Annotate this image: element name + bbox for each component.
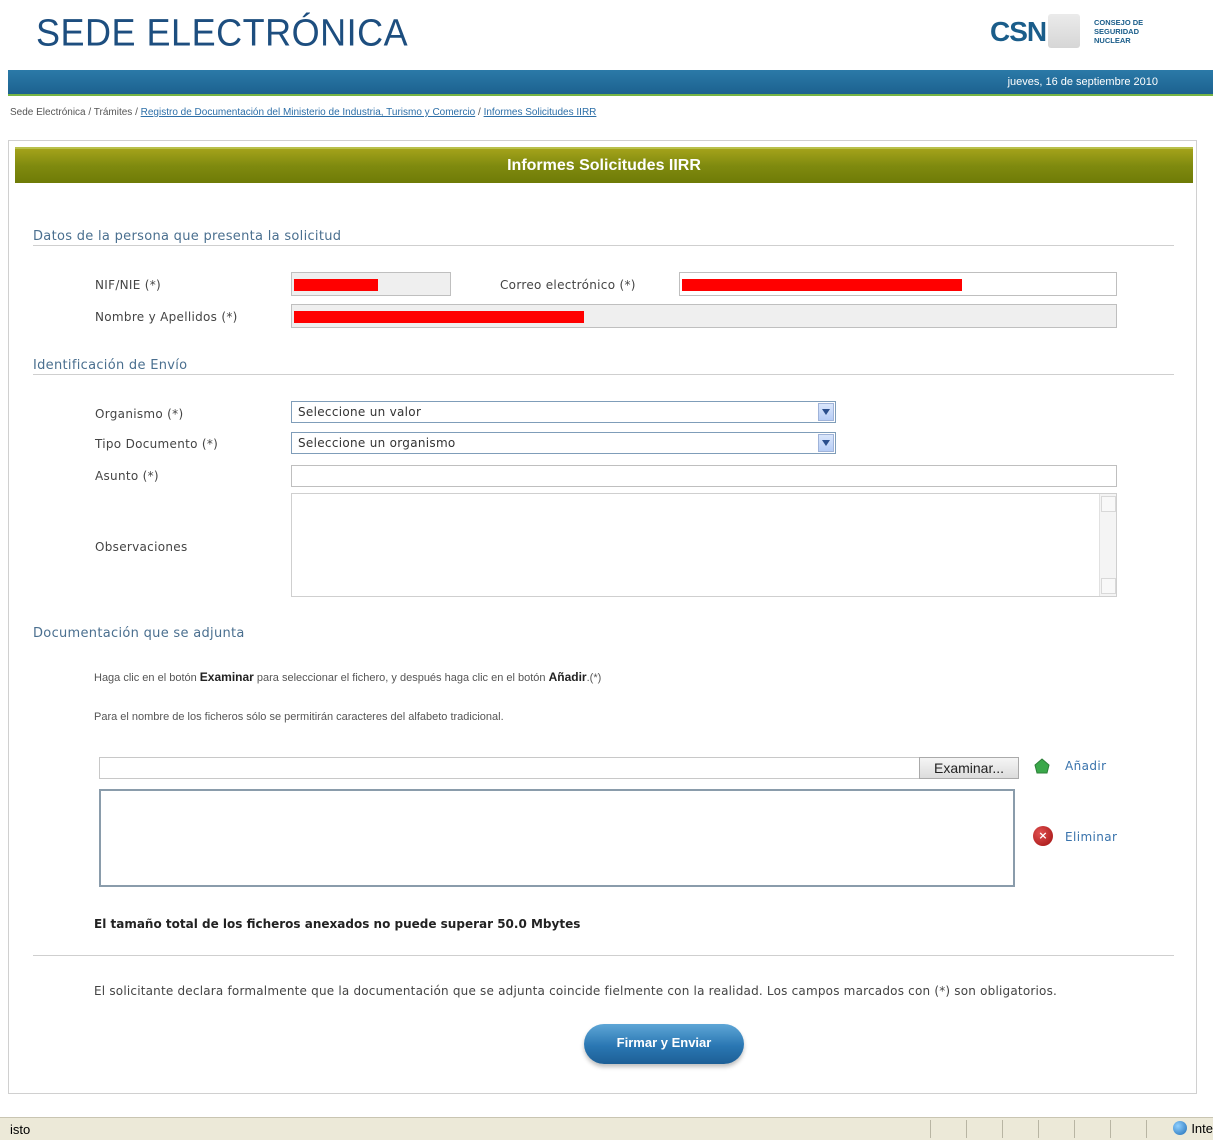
remove-button[interactable]: Eliminar xyxy=(1065,830,1117,844)
tipo-documento-select[interactable]: Seleccione un organismo xyxy=(291,432,836,454)
logo-subtitle: CONSEJO DE SEGURIDAD NUCLEAR xyxy=(1094,18,1165,45)
instr-browse: Examinar xyxy=(199,670,254,684)
organismo-select[interactable]: Seleccione un valor xyxy=(291,401,836,423)
date-label: jueves, 16 de septiembre 2010 xyxy=(1007,76,1158,88)
section-divider xyxy=(33,374,1174,375)
chevron-down-icon[interactable] xyxy=(818,403,834,421)
redaction xyxy=(294,279,378,291)
instr-prefix: Haga clic en el botón xyxy=(94,672,197,684)
email-label: Correo electrónico (*) xyxy=(500,278,636,292)
breadcrumb-separator: / xyxy=(475,107,484,118)
status-separator xyxy=(1002,1120,1003,1138)
section-title-docs: Documentación que se adjunta xyxy=(33,626,245,641)
status-separator xyxy=(966,1120,967,1138)
breadcrumb-item-sede[interactable]: Sede Electrónica xyxy=(10,107,86,118)
sign-and-send-button[interactable]: Firmar y Enviar xyxy=(584,1024,744,1064)
asunto-label: Asunto (*) xyxy=(95,469,159,483)
redaction xyxy=(294,311,584,323)
nif-label: NIF/NIE (*) xyxy=(95,278,162,292)
site-title: SEDE ELECTRÓNICA xyxy=(36,10,409,54)
scroll-down-icon[interactable] xyxy=(1101,578,1116,594)
form-panel: Informes Solicitudes IIRR Datos de la pe… xyxy=(8,140,1197,1094)
chevron-down-icon[interactable] xyxy=(818,434,834,452)
email-field[interactable] xyxy=(679,272,1117,296)
zone-label: Inte xyxy=(1191,1121,1213,1136)
status-separator xyxy=(1074,1120,1075,1138)
nif-field[interactable] xyxy=(291,272,451,296)
delete-icon[interactable]: × xyxy=(1033,826,1053,846)
logo-sub-line-2: SEGURIDAD NUCLEAR xyxy=(1094,27,1140,45)
instr-add: Añadir xyxy=(548,670,587,684)
organismo-label: Organismo (*) xyxy=(95,407,184,421)
breadcrumb: Sede Electrónica / Trámites / Registro d… xyxy=(10,107,596,118)
instr-suffix: .(*) xyxy=(586,672,602,684)
status-separator xyxy=(1146,1120,1147,1138)
status-separator xyxy=(1110,1120,1111,1138)
status-separator xyxy=(1038,1120,1039,1138)
csn-logo[interactable]: CSN CONSEJO DE SEGURIDAD NUCLEAR xyxy=(990,12,1165,52)
section-title-envio: Identificación de Envío xyxy=(33,358,188,373)
logo-sub-line-1: CONSEJO DE xyxy=(1094,18,1144,27)
status-text: isto xyxy=(10,1122,31,1137)
organismo-value: Seleccione un valor xyxy=(298,405,422,419)
name-label: Nombre y Apellidos (*) xyxy=(95,310,238,324)
observaciones-textarea[interactable] xyxy=(291,493,1117,597)
breadcrumb-separator: / xyxy=(132,107,141,118)
browse-button[interactable]: Examinar... xyxy=(919,757,1019,779)
observaciones-label: Observaciones xyxy=(95,540,188,554)
name-field[interactable] xyxy=(291,304,1117,328)
declaration-text: El solicitante declara formalmente que l… xyxy=(94,984,1058,998)
breadcrumb-separator: / xyxy=(85,107,94,118)
section-divider xyxy=(33,955,1174,956)
section-divider xyxy=(33,245,1174,246)
crest-icon xyxy=(1048,14,1080,48)
globe-icon xyxy=(1173,1121,1188,1135)
security-zone[interactable]: Inte xyxy=(1173,1121,1213,1136)
top-bar: jueves, 16 de septiembre 2010 xyxy=(8,70,1213,96)
section-title-person: Datos de la persona que presenta la soli… xyxy=(33,229,342,244)
add-button[interactable]: Añadir xyxy=(1065,759,1106,773)
add-icon[interactable] xyxy=(1034,758,1050,774)
asunto-input[interactable] xyxy=(291,465,1117,487)
breadcrumb-item-tramites[interactable]: Trámites xyxy=(94,107,133,118)
panel-title: Informes Solicitudes IIRR xyxy=(507,157,701,174)
file-path-input[interactable] xyxy=(99,757,924,779)
instr-mid: para seleccionar el fichero, y después h… xyxy=(256,672,546,684)
tipo-value: Seleccione un organismo xyxy=(298,436,456,450)
breadcrumb-link-informes[interactable]: Informes Solicitudes IIRR xyxy=(484,107,597,118)
size-limit-note: El tamaño total de los ficheros anexados… xyxy=(94,917,581,931)
panel-header: Informes Solicitudes IIRR xyxy=(15,147,1193,183)
browser-statusbar: isto Inte xyxy=(0,1117,1213,1140)
attached-files-list[interactable] xyxy=(99,789,1015,887)
status-separator xyxy=(930,1120,931,1138)
textarea-scrollbar[interactable] xyxy=(1099,494,1116,596)
tipo-label: Tipo Documento (*) xyxy=(95,437,219,451)
breadcrumb-link-registro[interactable]: Registro de Documentación del Ministerio… xyxy=(141,107,476,118)
instructions-text: Haga clic en el botón Examinar para sele… xyxy=(94,670,601,684)
logo-text: CSN xyxy=(990,16,1047,47)
chars-note: Para el nombre de los ficheros sólo se p… xyxy=(94,711,504,723)
scroll-up-icon[interactable] xyxy=(1101,496,1116,512)
redaction xyxy=(682,279,962,291)
